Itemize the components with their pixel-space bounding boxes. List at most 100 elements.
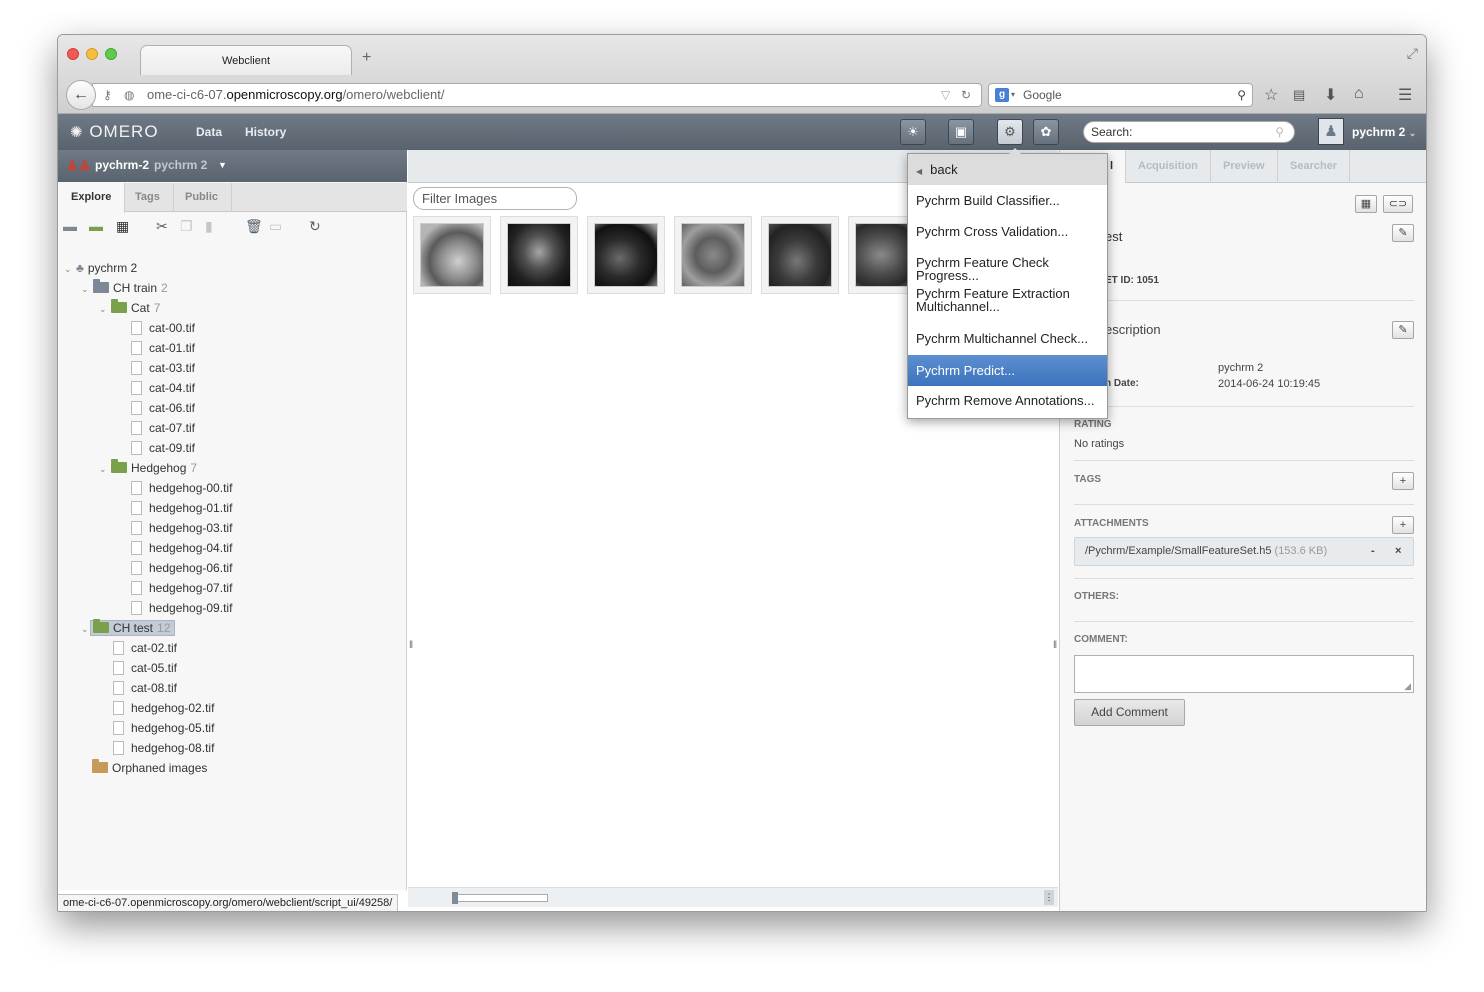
dropdown-icon[interactable]: ▽ bbox=[941, 84, 950, 106]
tree-image[interactable]: hedgehog-01.tif bbox=[131, 498, 232, 518]
tree-image[interactable]: cat-07.tif bbox=[131, 418, 195, 438]
add-comment-button[interactable]: Add Comment bbox=[1074, 699, 1185, 726]
remove-attachment-icon[interactable]: × bbox=[1395, 538, 1401, 565]
search-engine-dropdown-icon[interactable]: ▾ bbox=[1011, 84, 1015, 106]
nav-link-data[interactable]: Data bbox=[196, 125, 222, 139]
menu-item-multichannel-check[interactable]: Pychrm Multichannel Check... bbox=[908, 332, 1107, 345]
omero-search-field[interactable]: Search: ⚲ bbox=[1083, 121, 1295, 143]
zoom-slider-handle[interactable] bbox=[452, 892, 458, 904]
zoom-slider[interactable] bbox=[452, 892, 548, 904]
collapse-icon[interactable]: ⌄ bbox=[99, 459, 111, 479]
tree-image[interactable]: hedgehog-00.tif bbox=[131, 478, 232, 498]
cut-icon[interactable]: ✂ bbox=[156, 218, 168, 235]
filter-images-input[interactable]: Filter Images bbox=[413, 187, 577, 210]
tree-image[interactable]: hedgehog-08.tif bbox=[113, 738, 214, 758]
image-thumbnail[interactable] bbox=[761, 216, 839, 294]
tree-image[interactable]: cat-03.tif bbox=[131, 358, 195, 378]
home-icon[interactable]: ⌂ bbox=[1354, 85, 1364, 103]
tree-image[interactable]: cat-09.tif bbox=[131, 438, 195, 458]
image-thumbnail[interactable] bbox=[587, 216, 665, 294]
menu-item-remove-annotations[interactable]: Pychrm Remove Annotations... bbox=[908, 394, 1107, 407]
new-project-icon[interactable]: ▬ bbox=[63, 218, 77, 234]
edit-description-button[interactable]: ✎ bbox=[1392, 321, 1414, 339]
image-thumbnail[interactable] bbox=[500, 216, 578, 294]
menu-icon[interactable]: ☰ bbox=[1398, 85, 1412, 105]
menu-item-build-classifier[interactable]: Pychrm Build Classifier... bbox=[908, 194, 1107, 207]
tree-image[interactable]: cat-06.tif bbox=[131, 398, 195, 418]
extras-button[interactable]: ✿ bbox=[1033, 119, 1059, 145]
tree-image[interactable]: hedgehog-09.tif bbox=[131, 598, 232, 618]
tree-image[interactable]: cat-00.tif bbox=[131, 318, 195, 338]
user-menu[interactable]: pychrm 2 ⌄ bbox=[1352, 125, 1416, 139]
zoom-window-button[interactable] bbox=[105, 48, 117, 60]
link-button[interactable]: ⊂⊃ bbox=[1383, 195, 1413, 213]
group-switcher[interactable]: ♟♟ pychrm-2 pychrm 2 ▼ bbox=[58, 150, 407, 182]
browser-search-field[interactable]: g ▾ Google ⚲ bbox=[988, 83, 1253, 107]
add-tag-button[interactable]: + bbox=[1392, 472, 1414, 490]
add-attachment-button[interactable]: + bbox=[1392, 516, 1414, 534]
resize-grip-icon[interactable]: ◢ bbox=[1404, 681, 1411, 692]
tab-explore[interactable]: Explore bbox=[58, 183, 126, 213]
bookmark-star-icon[interactable]: ☆ bbox=[1264, 85, 1278, 105]
collapse-icon[interactable]: ⌄ bbox=[99, 299, 111, 319]
unlink-icon[interactable]: - bbox=[1371, 538, 1375, 565]
tree-image[interactable]: cat-01.tif bbox=[131, 338, 195, 358]
menu-item-predict[interactable]: Pychrm Predict... bbox=[908, 355, 1107, 386]
edit-name-button[interactable]: ✎ bbox=[1392, 224, 1414, 242]
help-button[interactable]: ☀ bbox=[900, 119, 926, 145]
tree-root[interactable]: ⌄ ♣ pychrm 2 bbox=[64, 258, 137, 278]
omero-logo[interactable]: ✺ OMERO bbox=[70, 122, 159, 142]
tab-searcher[interactable]: Searcher bbox=[1278, 150, 1351, 183]
tree-image[interactable]: cat-08.tif bbox=[113, 678, 177, 698]
right-resize-handle[interactable]: ‖ bbox=[1053, 640, 1057, 654]
menu-item-feature-check-progress[interactable]: Pychrm Feature Check Progress... bbox=[908, 256, 1107, 282]
tree-orphaned[interactable]: Orphaned images bbox=[92, 758, 207, 778]
tree-image[interactable]: hedgehog-04.tif bbox=[131, 538, 232, 558]
activities-button[interactable]: ▣ bbox=[948, 119, 974, 145]
browser-tab[interactable]: Webclient bbox=[140, 45, 352, 75]
tab-public[interactable]: Public bbox=[172, 183, 233, 212]
tab-tags[interactable]: Tags bbox=[122, 183, 174, 212]
tree-image[interactable]: cat-04.tif bbox=[131, 378, 195, 398]
tree-image[interactable]: hedgehog-03.tif bbox=[131, 518, 232, 538]
menu-back[interactable]: ◀ back bbox=[908, 154, 1107, 185]
close-window-button[interactable] bbox=[67, 48, 79, 60]
grid-view-button[interactable]: ▦ bbox=[1355, 195, 1377, 213]
tree-image[interactable]: hedgehog-06.tif bbox=[131, 558, 232, 578]
user-avatar-icon[interactable]: ♟ bbox=[1318, 118, 1344, 145]
delete-icon[interactable]: 🗑 bbox=[245, 218, 263, 235]
downloads-icon[interactable]: ⬇ bbox=[1324, 85, 1337, 105]
reading-list-icon[interactable]: ▤ bbox=[1293, 87, 1305, 103]
tree-project[interactable]: ⌄ CH train 2 bbox=[81, 278, 168, 298]
nav-link-history[interactable]: History bbox=[245, 125, 286, 139]
attachment-name[interactable]: /Pychrm/Example/SmallFeatureSet.h5 bbox=[1085, 545, 1271, 557]
menu-item-feature-extraction[interactable]: Pychrm Feature Extraction Multichannel..… bbox=[908, 287, 1078, 313]
tree-dataset-cat[interactable]: ⌄ Cat 7 bbox=[99, 298, 160, 318]
tree-image[interactable]: cat-05.tif bbox=[113, 658, 177, 678]
url-bar[interactable]: ⚷ ◍ ome-ci-c6-07.openmicroscopy.org/omer… bbox=[92, 83, 982, 107]
new-tab-icon[interactable]: + bbox=[362, 49, 371, 67]
new-dataset-icon[interactable]: ▬ bbox=[89, 218, 103, 234]
image-thumbnail[interactable] bbox=[674, 216, 752, 294]
collapse-icon[interactable]: ⌄ bbox=[64, 259, 76, 279]
collapse-icon[interactable]: ⌄ bbox=[81, 279, 93, 299]
refresh-icon[interactable]: ↻ bbox=[309, 218, 321, 235]
tree-image[interactable]: hedgehog-05.tif bbox=[113, 718, 214, 738]
tree-dataset-ch-test[interactable]: ⌄ CH test 12 bbox=[81, 618, 176, 638]
left-resize-handle[interactable]: ‖ bbox=[409, 640, 413, 654]
back-button[interactable]: ← bbox=[66, 80, 96, 110]
more-icon[interactable]: ⋮ bbox=[1044, 890, 1054, 905]
tree-dataset-hedgehog[interactable]: ⌄ Hedgehog 7 bbox=[99, 458, 197, 478]
minimize-window-button[interactable] bbox=[86, 48, 98, 60]
tree-image[interactable]: hedgehog-02.tif bbox=[113, 698, 214, 718]
scripts-button[interactable]: ⚙ bbox=[997, 119, 1023, 145]
tab-preview[interactable]: Preview bbox=[1211, 150, 1278, 183]
search-icon[interactable]: ⚲ bbox=[1237, 84, 1246, 106]
menu-item-cross-validation[interactable]: Pychrm Cross Validation... bbox=[908, 225, 1107, 238]
attachment-item[interactable]: /Pychrm/Example/SmallFeatureSet.h5 (153.… bbox=[1074, 537, 1414, 566]
rating-value[interactable]: No ratings bbox=[1074, 438, 1124, 450]
fullscreen-icon[interactable]: ⤢ bbox=[1407, 45, 1418, 62]
new-screen-icon[interactable]: ▦ bbox=[116, 218, 129, 235]
comment-textarea[interactable]: ◢ bbox=[1074, 655, 1414, 693]
reload-icon[interactable]: ↻ bbox=[961, 84, 971, 106]
